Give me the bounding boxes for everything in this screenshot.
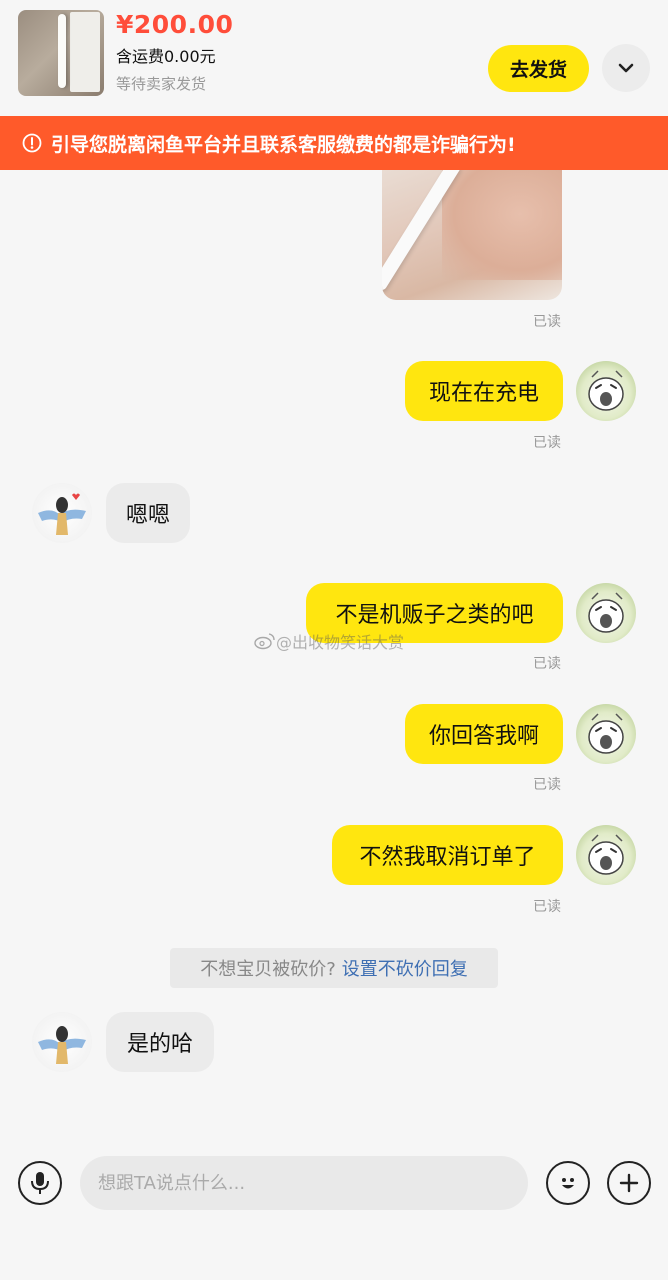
message-input[interactable] [80, 1156, 528, 1210]
read-receipt: 已读 [533, 777, 561, 793]
cartoon-face-icon [588, 834, 624, 875]
bargain-tip: 不想宝贝被砍价? 设置不砍价回复 [170, 948, 498, 988]
warning-circle-icon [22, 133, 42, 153]
read-receipt: 已读 [533, 899, 561, 915]
voice-button[interactable] [18, 1161, 62, 1205]
read-receipt: 已读 [533, 435, 561, 451]
message-bubble-in[interactable]: 嗯嗯 [106, 483, 190, 543]
emoji-button[interactable] [546, 1161, 590, 1205]
bargain-tip-question: 不想宝贝被砍价? [200, 959, 336, 980]
ship-button[interactable]: 去发货 [488, 45, 589, 92]
seller-avatar[interactable] [32, 483, 92, 543]
watermark: @出收物笑话大赏 [254, 629, 404, 653]
my-avatar[interactable] [576, 361, 636, 421]
message-bubble-out[interactable]: 现在在充电 [405, 361, 563, 421]
read-receipt: 已读 [533, 314, 561, 330]
watermark-text: @出收物笑话大赏 [276, 633, 405, 652]
expand-button[interactable] [602, 44, 650, 92]
message-bubble-out[interactable]: 你回答我啊 [405, 704, 563, 764]
cartoon-face-icon [588, 592, 624, 633]
chevron-down-icon [618, 63, 634, 73]
product-box-image [70, 12, 100, 92]
order-price: ¥200.00 [116, 10, 234, 39]
message-bubble-out[interactable]: 不然我取消订单了 [332, 825, 563, 885]
hand-photo-detail [442, 170, 562, 280]
message-bubble-in[interactable]: 是的哈 [106, 1012, 214, 1072]
shipping-fee: 含运费0.00元 [116, 47, 216, 66]
cartoon-face-icon [588, 713, 624, 754]
read-receipt: 已读 [533, 656, 561, 672]
seller-avatar[interactable] [32, 1012, 92, 1072]
my-avatar[interactable] [576, 583, 636, 643]
plus-icon [619, 1173, 639, 1193]
product-thumbnail[interactable] [18, 10, 104, 96]
order-status: 等待卖家发货 [116, 75, 207, 93]
image-message[interactable] [382, 170, 562, 300]
weibo-icon [254, 633, 275, 650]
bargain-tip-link[interactable]: 设置不砍价回复 [342, 955, 468, 981]
microphone-icon [31, 1172, 49, 1194]
fraud-warning-banner: 引导您脱离闲鱼平台并且联系客服缴费的都是诈骗行为! [0, 116, 668, 170]
product-stylus-image [58, 14, 66, 88]
seller-photo-icon [38, 1026, 86, 1064]
add-button[interactable] [607, 1161, 651, 1205]
seller-photo-icon [38, 493, 86, 535]
order-header: ¥200.00 含运费0.00元 等待卖家发货 去发货 [0, 0, 668, 116]
my-avatar[interactable] [576, 704, 636, 764]
cartoon-face-icon [588, 370, 624, 411]
my-avatar[interactable] [576, 825, 636, 885]
emoji-icon [562, 1178, 574, 1189]
fraud-warning-text: 引导您脱离闲鱼平台并且联系客服缴费的都是诈骗行为! [51, 133, 516, 156]
